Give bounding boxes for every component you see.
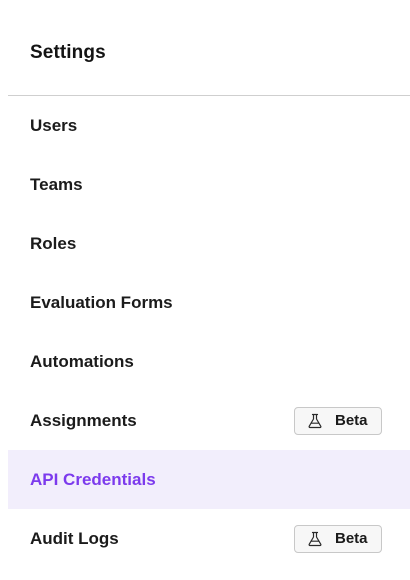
nav-item-roles[interactable]: Roles <box>8 214 410 273</box>
nav-item-audit-logs[interactable]: Audit Logs Beta <box>8 509 410 568</box>
beta-badge: Beta <box>294 524 382 553</box>
nav-item-users[interactable]: Users <box>8 96 410 155</box>
flask-icon <box>307 531 323 547</box>
nav-item-automations[interactable]: Automations <box>8 332 410 391</box>
settings-nav: Users Teams Roles Evaluation Forms Autom… <box>8 96 410 568</box>
page-title: Settings <box>30 42 106 63</box>
nav-item-label: Users <box>30 115 78 135</box>
nav-item-label: API Credentials <box>30 469 156 489</box>
nav-item-label: Roles <box>30 233 77 253</box>
nav-item-label: Automations <box>30 351 134 371</box>
nav-item-evaluation-forms[interactable]: Evaluation Forms <box>8 273 410 332</box>
settings-header: Settings <box>30 38 106 68</box>
flask-icon <box>307 413 323 429</box>
nav-item-assignments[interactable]: Assignments Beta <box>8 391 410 450</box>
badge-label: Beta <box>335 412 368 429</box>
nav-item-label: Audit Logs <box>30 528 119 548</box>
badge-label: Beta <box>335 530 368 547</box>
clipped-element <box>30 0 110 2</box>
nav-item-label: Assignments <box>30 410 137 430</box>
nav-item-label: Evaluation Forms <box>30 292 173 312</box>
beta-badge: Beta <box>294 406 382 435</box>
nav-item-label: Teams <box>30 174 83 194</box>
nav-item-api-credentials[interactable]: API Credentials <box>8 450 410 509</box>
nav-item-teams[interactable]: Teams <box>8 155 410 214</box>
